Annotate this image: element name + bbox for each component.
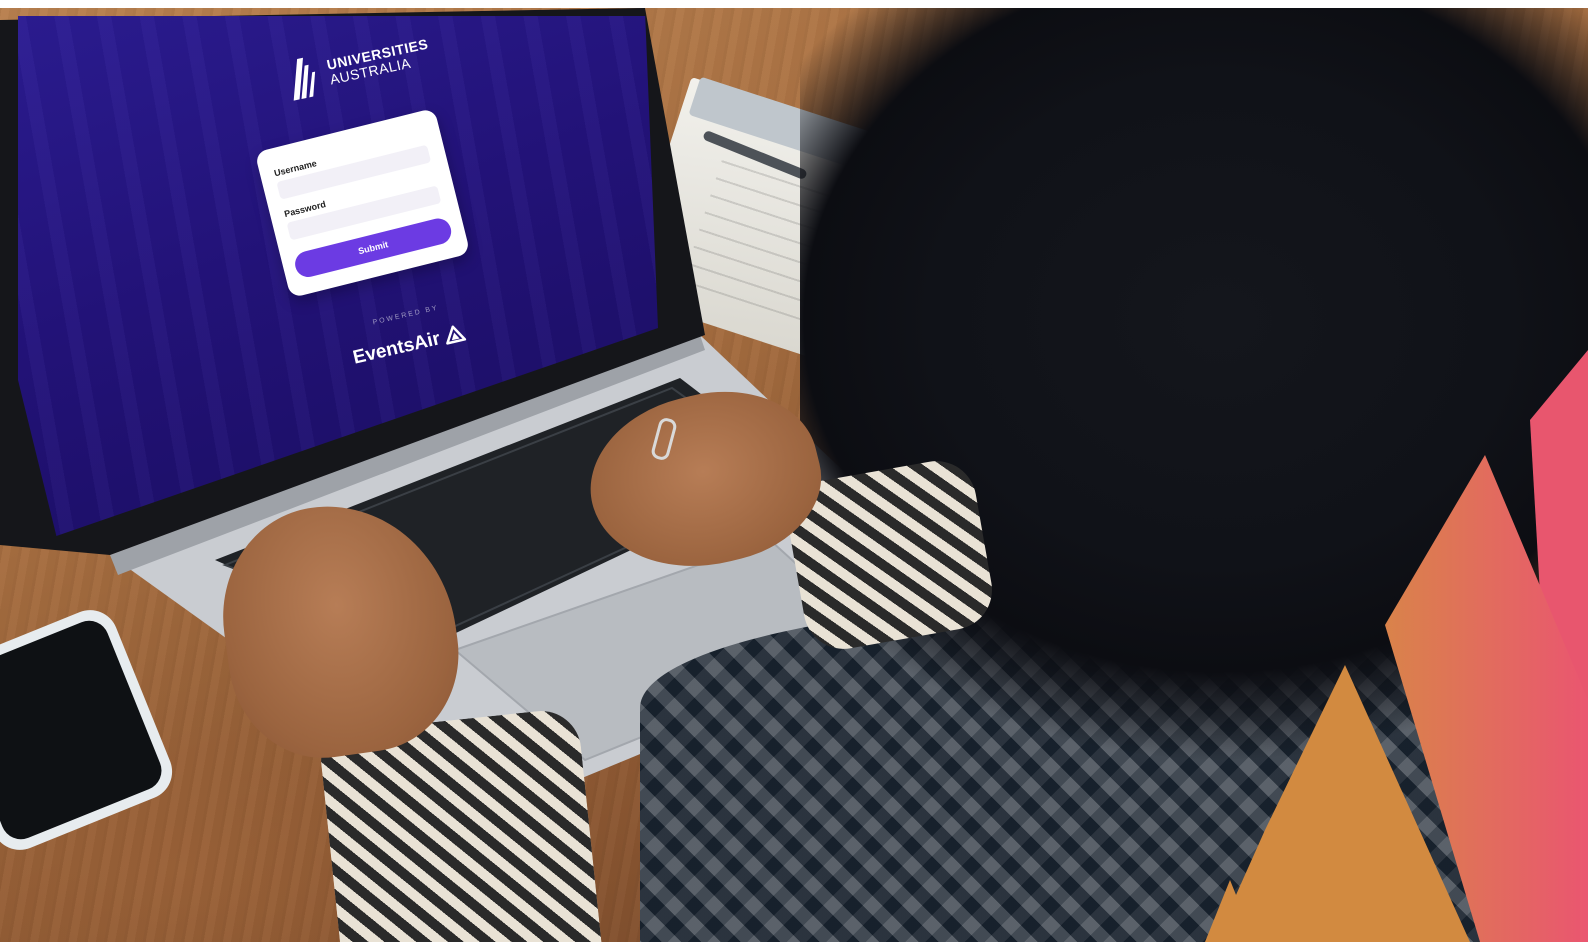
decorative-brand-shapes — [1205, 350, 1588, 942]
top-white-band — [0, 0, 1588, 8]
photo-scene: UNIVERSITIES AUSTRALIA Username Password… — [0, 0, 1588, 942]
